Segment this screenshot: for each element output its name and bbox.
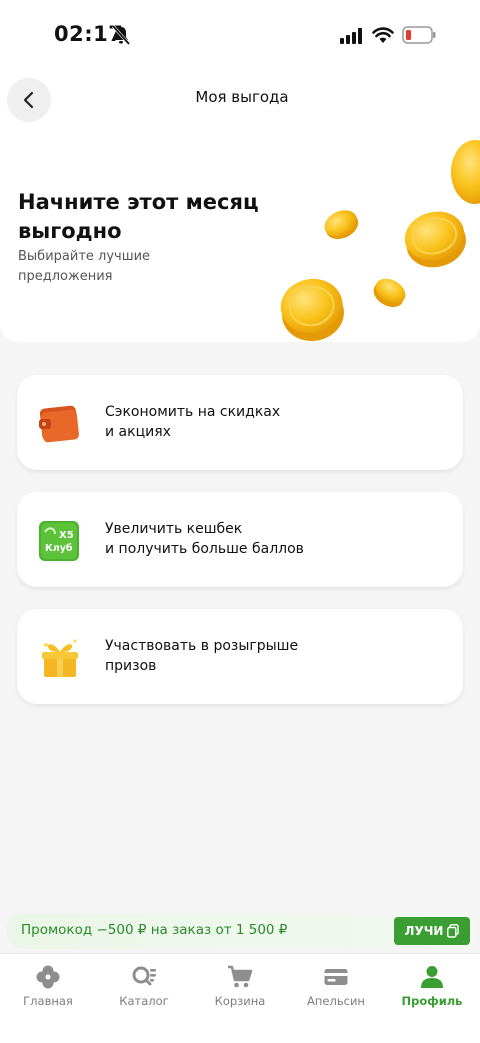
status-bar: 02:17	[0, 0, 480, 70]
savings-card-line1: Сэкономить на скидках	[105, 404, 281, 420]
wifi-icon	[372, 27, 394, 43]
cashback-card-line2: и получить больше баллов	[105, 541, 304, 557]
savings-card[interactable]: Сэкономить на скидках и акциях	[17, 375, 463, 470]
x5-club-icon: X5 Клуб	[39, 521, 79, 561]
gift-icon	[42, 639, 78, 677]
tab-apelsin-label: Апельсин	[307, 994, 365, 1008]
tab-catalog[interactable]: Каталог	[96, 960, 192, 1020]
copy-icon	[447, 924, 460, 938]
home-icon	[36, 965, 60, 989]
prize-draw-card-label: Участвовать в розыгрыше призов	[105, 636, 425, 676]
profile-icon	[421, 966, 443, 988]
cashback-card-line1: Увеличить кешбек	[105, 521, 243, 537]
promo-code-button[interactable]: ЛУЧИ	[394, 917, 470, 945]
tab-profile[interactable]: Профиль	[384, 960, 480, 1020]
hero-section: Моя выгода Начните этот месяц выгодно Вы…	[0, 70, 480, 342]
hero-subtitle: Выбирайте лучшие предложения	[18, 249, 151, 284]
catalog-icon	[132, 966, 156, 986]
card-icon	[324, 969, 348, 985]
prize-draw-card-line2: призов	[105, 658, 157, 674]
tab-home[interactable]: Главная	[0, 960, 96, 1020]
bottom-tab-bar: Главная Каталог Корзина Апельсин Профиль	[0, 953, 480, 1043]
cashback-card-label: Увеличить кешбек и получить больше балло…	[105, 519, 425, 559]
cart-icon	[228, 965, 253, 988]
promo-code-label: ЛУЧИ	[404, 924, 444, 938]
prize-draw-card[interactable]: Участвовать в розыгрыше призов	[17, 609, 463, 704]
hero-title: Начните этот месяц выгодно	[18, 190, 259, 243]
wallet-icon	[39, 405, 79, 443]
tab-profile-label: Профиль	[401, 994, 463, 1008]
coins-illustration	[280, 140, 480, 342]
tab-cart[interactable]: Корзина	[192, 960, 288, 1020]
tab-catalog-label: Каталог	[119, 994, 169, 1008]
promo-banner[interactable]: Промокод −500 ₽ на заказ от 1 500 ₽ ЛУЧИ	[6, 913, 474, 949]
page-title: Моя выгода	[195, 88, 289, 106]
x5-club-icon-text1: X5	[59, 530, 74, 541]
cellular-signal-icon	[340, 28, 362, 44]
savings-card-line2: и акциях	[105, 424, 171, 440]
cashback-card[interactable]: X5 Клуб Увеличить кешбек и получить боль…	[17, 492, 463, 587]
tab-apelsin[interactable]: Апельсин	[288, 960, 384, 1020]
savings-card-label: Сэкономить на скидках и акциях	[105, 402, 425, 442]
tab-cart-label: Корзина	[214, 994, 266, 1008]
x5-club-icon-text2: Клуб	[45, 543, 73, 554]
promo-text: Промокод −500 ₽ на заказ от 1 500 ₽	[21, 922, 288, 938]
battery-low-icon	[402, 26, 436, 44]
tab-home-label: Главная	[23, 994, 73, 1008]
bell-muted-icon	[112, 25, 130, 45]
prize-draw-card-line1: Участвовать в розыгрыше	[105, 638, 299, 654]
